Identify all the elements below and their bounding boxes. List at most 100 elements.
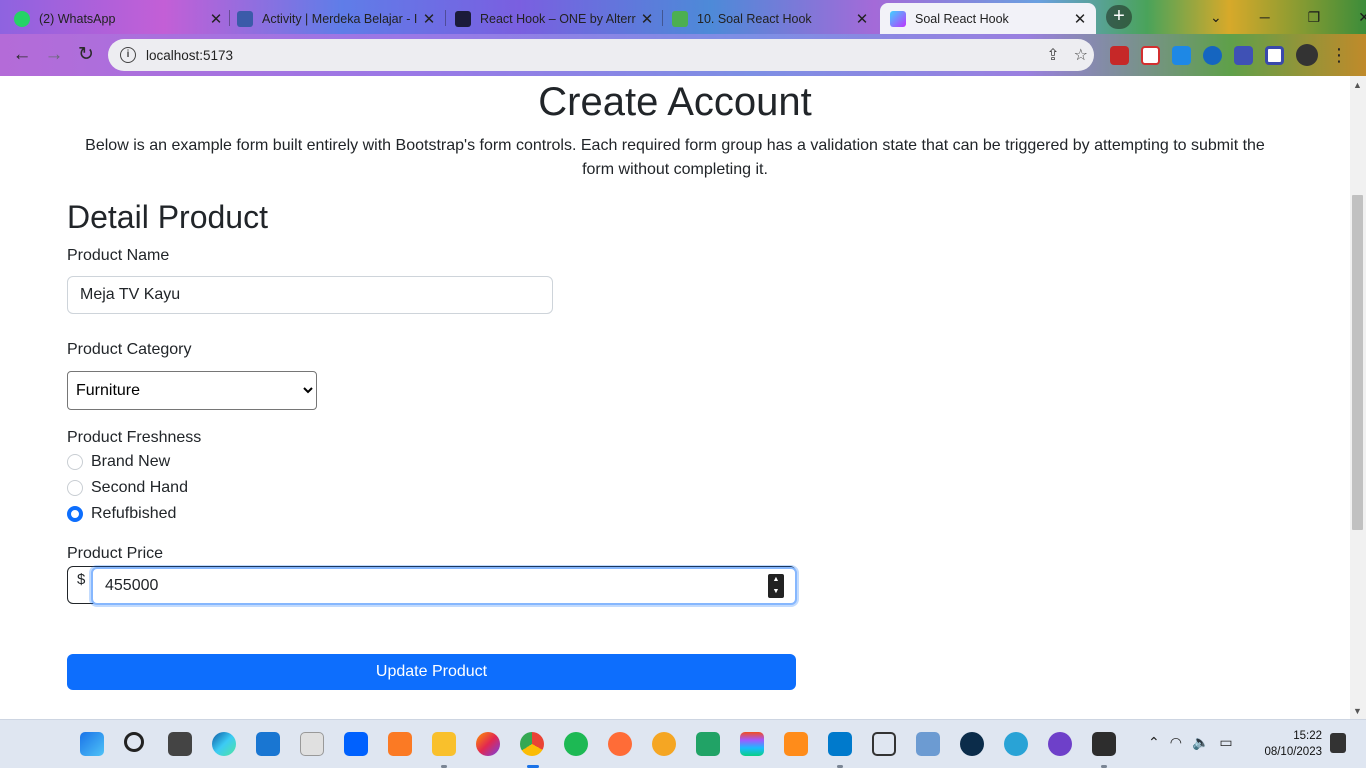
whatsapp-icon bbox=[14, 10, 30, 27]
profile-avatar[interactable] bbox=[1296, 44, 1318, 66]
product-freshness-label: Product Freshness bbox=[67, 429, 202, 446]
merdeka-icon bbox=[237, 10, 253, 27]
chevron-down-icon[interactable]: ⌄ bbox=[1210, 9, 1222, 26]
system-tray: ⌃ ◠ 🔈 ▭ bbox=[1148, 734, 1233, 751]
file-explorer-icon[interactable] bbox=[432, 732, 456, 756]
windows-taskbar: ⌃ ◠ 🔈 ▭ 15:22 08/10/2023 bbox=[0, 719, 1366, 768]
task-view-icon[interactable] bbox=[168, 732, 192, 756]
close-icon[interactable]: ✕ bbox=[421, 10, 437, 28]
github-desktop-icon[interactable] bbox=[1048, 732, 1072, 756]
vite-icon bbox=[890, 10, 906, 27]
tab-merdeka[interactable]: Activity | Merdeka Belajar - I ✕ bbox=[237, 3, 437, 34]
extension-doc-icon[interactable] bbox=[1172, 45, 1191, 65]
mail-icon[interactable] bbox=[256, 732, 280, 756]
dropbox-icon[interactable] bbox=[344, 732, 368, 756]
radio-refurbished[interactable]: Refufbished bbox=[67, 505, 176, 523]
tab-title: Soal React Hook bbox=[915, 11, 1009, 26]
price-input-group: $ ▲▼ bbox=[67, 566, 797, 605]
page-description: Below is an example form built entirely … bbox=[85, 137, 1265, 178]
spotify-icon[interactable] bbox=[564, 732, 588, 756]
radio-label: Second Hand bbox=[91, 479, 188, 496]
book-icon bbox=[672, 10, 688, 27]
scrollbar-thumb[interactable] bbox=[1352, 195, 1363, 530]
page-content: Create Account Below is an example form … bbox=[0, 76, 1350, 719]
product-price-input[interactable] bbox=[91, 567, 797, 605]
clock-time: 15:22 bbox=[1293, 730, 1322, 742]
close-icon[interactable]: ✕ bbox=[1072, 10, 1088, 28]
minimize-icon[interactable]: ─ bbox=[1260, 9, 1270, 25]
tab-title: React Hook – ONE by Alterr bbox=[480, 11, 636, 26]
edge-icon[interactable] bbox=[212, 732, 236, 756]
share-icon[interactable]: ⇪ bbox=[1046, 45, 1059, 65]
close-icon[interactable]: ✕ bbox=[854, 10, 870, 28]
update-product-button[interactable]: Update Product bbox=[67, 654, 796, 690]
volume-icon[interactable]: 🔈 bbox=[1192, 734, 1209, 751]
search-icon[interactable] bbox=[124, 732, 144, 752]
notification-icon[interactable] bbox=[1330, 733, 1346, 753]
tab-strip: (2) WhatsApp ✕ Activity | Merdeka Belaja… bbox=[0, 0, 1366, 34]
tab-soal-react-hook-10[interactable]: 10. Soal React Hook ✕ bbox=[672, 3, 870, 34]
radio-button[interactable] bbox=[67, 480, 83, 496]
excel-icon[interactable] bbox=[696, 732, 720, 756]
more-menu-icon[interactable]: ⋮ bbox=[1330, 45, 1348, 66]
battery-icon[interactable]: ▭ bbox=[1219, 734, 1232, 751]
figma-icon[interactable] bbox=[740, 732, 764, 756]
scroll-down-icon[interactable]: ▼ bbox=[1353, 706, 1362, 716]
sourcetree-icon[interactable] bbox=[784, 732, 808, 756]
close-window-icon[interactable]: ✕ bbox=[1358, 9, 1366, 26]
extension-bird-icon[interactable] bbox=[1203, 45, 1222, 65]
pdf-icon[interactable] bbox=[652, 732, 676, 756]
address-bar[interactable]: i localhost:5173 ⇪ ☆ bbox=[108, 39, 1094, 71]
close-icon[interactable]: ✕ bbox=[208, 10, 224, 28]
terminal-icon[interactable] bbox=[1092, 732, 1116, 756]
radio-label: Refufbished bbox=[91, 505, 177, 522]
product-category-select[interactable]: Furniture bbox=[67, 371, 317, 410]
forward-icon[interactable]: → bbox=[42, 43, 66, 67]
product-name-label: Product Name bbox=[67, 247, 170, 264]
taskbar-clock[interactable]: 15:22 08/10/2023 bbox=[1252, 728, 1322, 760]
one-icon bbox=[455, 10, 471, 27]
xampp-icon[interactable] bbox=[388, 732, 412, 756]
tab-react-hook-one[interactable]: React Hook – ONE by Alterr ✕ bbox=[455, 3, 655, 34]
window-controls: ⌄ ─ ❐ ✕ bbox=[1190, 0, 1366, 34]
wifi-icon[interactable]: ◠ bbox=[1170, 734, 1182, 751]
radio-second-hand[interactable]: Second Hand bbox=[67, 479, 188, 497]
radio-button-selected[interactable] bbox=[67, 506, 83, 522]
info-icon[interactable]: i bbox=[120, 47, 136, 63]
scroll-up-icon[interactable]: ▲ bbox=[1353, 80, 1362, 90]
firefox-icon[interactable] bbox=[476, 732, 500, 756]
radio-button[interactable] bbox=[67, 454, 83, 470]
mongodb-compass-icon[interactable] bbox=[960, 732, 984, 756]
tab-title: 10. Soal React Hook bbox=[697, 11, 812, 26]
windows-start-icon[interactable] bbox=[80, 732, 104, 756]
extension-calendar-icon[interactable] bbox=[1141, 45, 1160, 65]
new-tab-button[interactable]: + bbox=[1106, 5, 1132, 29]
section-title: Detail Product bbox=[67, 199, 268, 235]
radio-label: Brand New bbox=[91, 453, 171, 470]
back-icon[interactable]: ← bbox=[10, 43, 34, 67]
cube-icon[interactable] bbox=[916, 732, 940, 756]
tab-soal-react-hook[interactable]: Soal React Hook ✕ bbox=[880, 3, 1096, 34]
restore-icon[interactable]: ❐ bbox=[1308, 9, 1321, 26]
virtualbox-icon[interactable] bbox=[872, 732, 896, 756]
tab-whatsapp[interactable]: (2) WhatsApp ✕ bbox=[14, 3, 224, 34]
bookmark-star-icon[interactable]: ☆ bbox=[1074, 45, 1088, 65]
extension-shield-icon[interactable] bbox=[1110, 45, 1129, 65]
chrome-icon[interactable] bbox=[520, 732, 544, 756]
number-spinner-icon[interactable]: ▲ ▼ bbox=[768, 574, 784, 598]
radio-brand-new[interactable]: Brand New bbox=[67, 453, 170, 471]
postman-icon[interactable] bbox=[608, 732, 632, 756]
vscode-icon[interactable] bbox=[828, 732, 852, 756]
amazon-icon[interactable] bbox=[300, 732, 324, 756]
close-icon[interactable]: ✕ bbox=[639, 10, 655, 28]
product-name-input[interactable] bbox=[67, 276, 553, 314]
side-panel-icon[interactable] bbox=[1265, 45, 1284, 65]
url-text: localhost:5173 bbox=[146, 47, 234, 63]
extensions-area: ⋮ bbox=[1110, 44, 1348, 66]
chevron-up-icon[interactable]: ⌃ bbox=[1148, 734, 1160, 751]
browser-window: (2) WhatsApp ✕ Activity | Merdeka Belaja… bbox=[0, 0, 1366, 768]
extensions-puzzle-icon[interactable] bbox=[1234, 45, 1253, 65]
edge-dev-icon[interactable] bbox=[1004, 732, 1028, 756]
clock-date: 08/10/2023 bbox=[1264, 746, 1322, 758]
reload-icon[interactable]: ↻ bbox=[74, 43, 98, 67]
